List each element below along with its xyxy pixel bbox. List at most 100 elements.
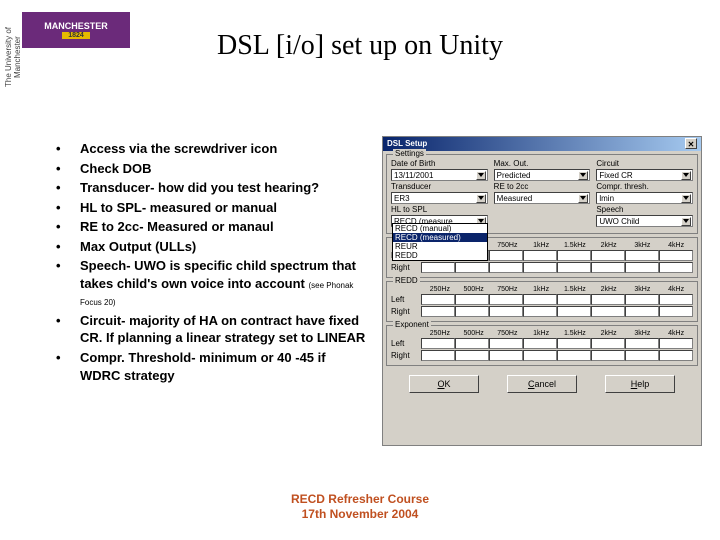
dob-field[interactable]: 13/11/2001 (391, 169, 488, 181)
exp-left-cells[interactable] (421, 338, 693, 349)
redd-right-cells[interactable] (421, 306, 693, 317)
slide-footer: RECD Refresher Course 17th November 2004 (0, 492, 720, 522)
chevron-down-icon (578, 171, 588, 180)
recd-right-cells[interactable] (421, 262, 693, 273)
grid-cell[interactable] (659, 250, 693, 261)
dropdown-option[interactable]: REUR (393, 242, 487, 251)
grid-cell[interactable] (659, 338, 693, 349)
dropdown-option[interactable]: RECD (measured) (393, 233, 487, 242)
grid-cell[interactable] (455, 294, 489, 305)
grid-cell[interactable] (625, 262, 659, 273)
grid-cell[interactable] (455, 262, 489, 273)
grid-cell[interactable] (421, 294, 455, 305)
dialog-titlebar: DSL Setup ✕ (383, 137, 701, 151)
settings-groupbox: Settings Date of Birth 13/11/2001 Transd… (386, 154, 698, 234)
freq-header: 500Hz (457, 330, 491, 337)
grid-cell[interactable] (557, 306, 591, 317)
grid-cell[interactable] (625, 350, 659, 361)
grid-cell[interactable] (523, 350, 557, 361)
grid-cell[interactable] (523, 306, 557, 317)
grid-cell[interactable] (591, 350, 625, 361)
grid-cell[interactable] (659, 262, 693, 273)
freq-header: 1.5kHz (558, 242, 592, 249)
help-button[interactable]: Help (605, 375, 675, 393)
ok-button[interactable]: OK (409, 375, 479, 393)
right-label: Right (391, 351, 421, 360)
grid-cell[interactable] (591, 306, 625, 317)
close-icon[interactable]: ✕ (685, 138, 697, 149)
grid-cell[interactable] (591, 294, 625, 305)
grid-cell[interactable] (591, 262, 625, 273)
maxout-select[interactable]: Predicted (494, 169, 591, 181)
dob-value: 13/11/2001 (394, 171, 433, 180)
grid-cell[interactable] (455, 338, 489, 349)
list-item: Check DOB (56, 160, 366, 178)
grid-cell[interactable] (625, 338, 659, 349)
left-label: Left (391, 339, 421, 348)
chevron-down-icon (681, 217, 691, 226)
grid-cell[interactable] (421, 306, 455, 317)
grid-cell[interactable] (557, 350, 591, 361)
grid-cell[interactable] (523, 250, 557, 261)
re-to-2cc-select[interactable]: Measured (494, 192, 591, 204)
exp-right-cells[interactable] (421, 350, 693, 361)
grid-cell[interactable] (455, 306, 489, 317)
grid-cell[interactable] (421, 262, 455, 273)
speech-select[interactable]: UWO Child (596, 215, 693, 227)
list-item: Max Output (ULLs) (56, 238, 366, 256)
grid-cell[interactable] (489, 294, 523, 305)
freq-header: 750Hz (491, 242, 525, 249)
grid-cell[interactable] (489, 338, 523, 349)
grid-cell[interactable] (557, 262, 591, 273)
footer-line1: RECD Refresher Course (0, 492, 720, 507)
freq-header: 1kHz (524, 286, 558, 293)
grid-cell[interactable] (489, 262, 523, 273)
exponent-groupbox: Exponent 250Hz500Hz750Hz1kHz1.5kHz2kHz3k… (386, 325, 698, 366)
re-to-2cc-label: RE to 2cc (494, 182, 591, 191)
circuit-select[interactable]: Fixed CR (596, 169, 693, 181)
grid-cell[interactable] (455, 350, 489, 361)
grid-cell[interactable] (421, 350, 455, 361)
grid-cell[interactable] (659, 350, 693, 361)
redd-left-cells[interactable] (421, 294, 693, 305)
grid-cell[interactable] (591, 338, 625, 349)
dropdown-option[interactable]: RECD (manual) (393, 224, 487, 233)
list-item: RE to 2cc- Measured or manaul (56, 218, 366, 236)
freq-header: 1.5kHz (558, 330, 592, 337)
grid-cell[interactable] (659, 294, 693, 305)
grid-cell[interactable] (659, 306, 693, 317)
grid-cell[interactable] (523, 262, 557, 273)
grid-cell[interactable] (489, 306, 523, 317)
compr-thresh-select[interactable]: lmin (596, 192, 693, 204)
redd-label: REDD (393, 276, 420, 285)
freq-header: 3kHz (626, 330, 660, 337)
speech-value: UWO Child (599, 217, 639, 226)
maxout-value: Predicted (497, 171, 531, 180)
list-item: Transducer- how did you test hearing? (56, 179, 366, 197)
grid-cell[interactable] (489, 350, 523, 361)
grid-cell[interactable] (557, 338, 591, 349)
grid-cell[interactable] (523, 294, 557, 305)
grid-cell[interactable] (557, 250, 591, 261)
transducer-select[interactable]: ER3 (391, 192, 488, 204)
cancel-button[interactable]: Cancel (507, 375, 577, 393)
grid-cell[interactable] (625, 306, 659, 317)
grid-cell[interactable] (625, 250, 659, 261)
grid-cell[interactable] (591, 250, 625, 261)
grid-cell[interactable] (625, 294, 659, 305)
list-item: HL to SPL- measured or manual (56, 199, 366, 217)
dob-label: Date of Birth (391, 159, 488, 168)
chevron-down-icon (578, 194, 588, 203)
compr-thresh-label: Compr. thresh. (596, 182, 693, 191)
chevron-down-icon (681, 194, 691, 203)
grid-cell[interactable] (523, 338, 557, 349)
freq-header: 1.5kHz (558, 286, 592, 293)
circuit-label: Circuit (596, 159, 693, 168)
dropdown-option[interactable]: REDD (393, 251, 487, 260)
hl-to-spl-dropdown[interactable]: RECD (manual) RECD (measured) REUR REDD (392, 223, 488, 261)
grid-cell[interactable] (421, 338, 455, 349)
grid-cell[interactable] (489, 250, 523, 261)
freq-header: 500Hz (457, 286, 491, 293)
list-item: Compr. Threshold- minimum or 40 -45 if W… (56, 349, 366, 384)
grid-cell[interactable] (557, 294, 591, 305)
